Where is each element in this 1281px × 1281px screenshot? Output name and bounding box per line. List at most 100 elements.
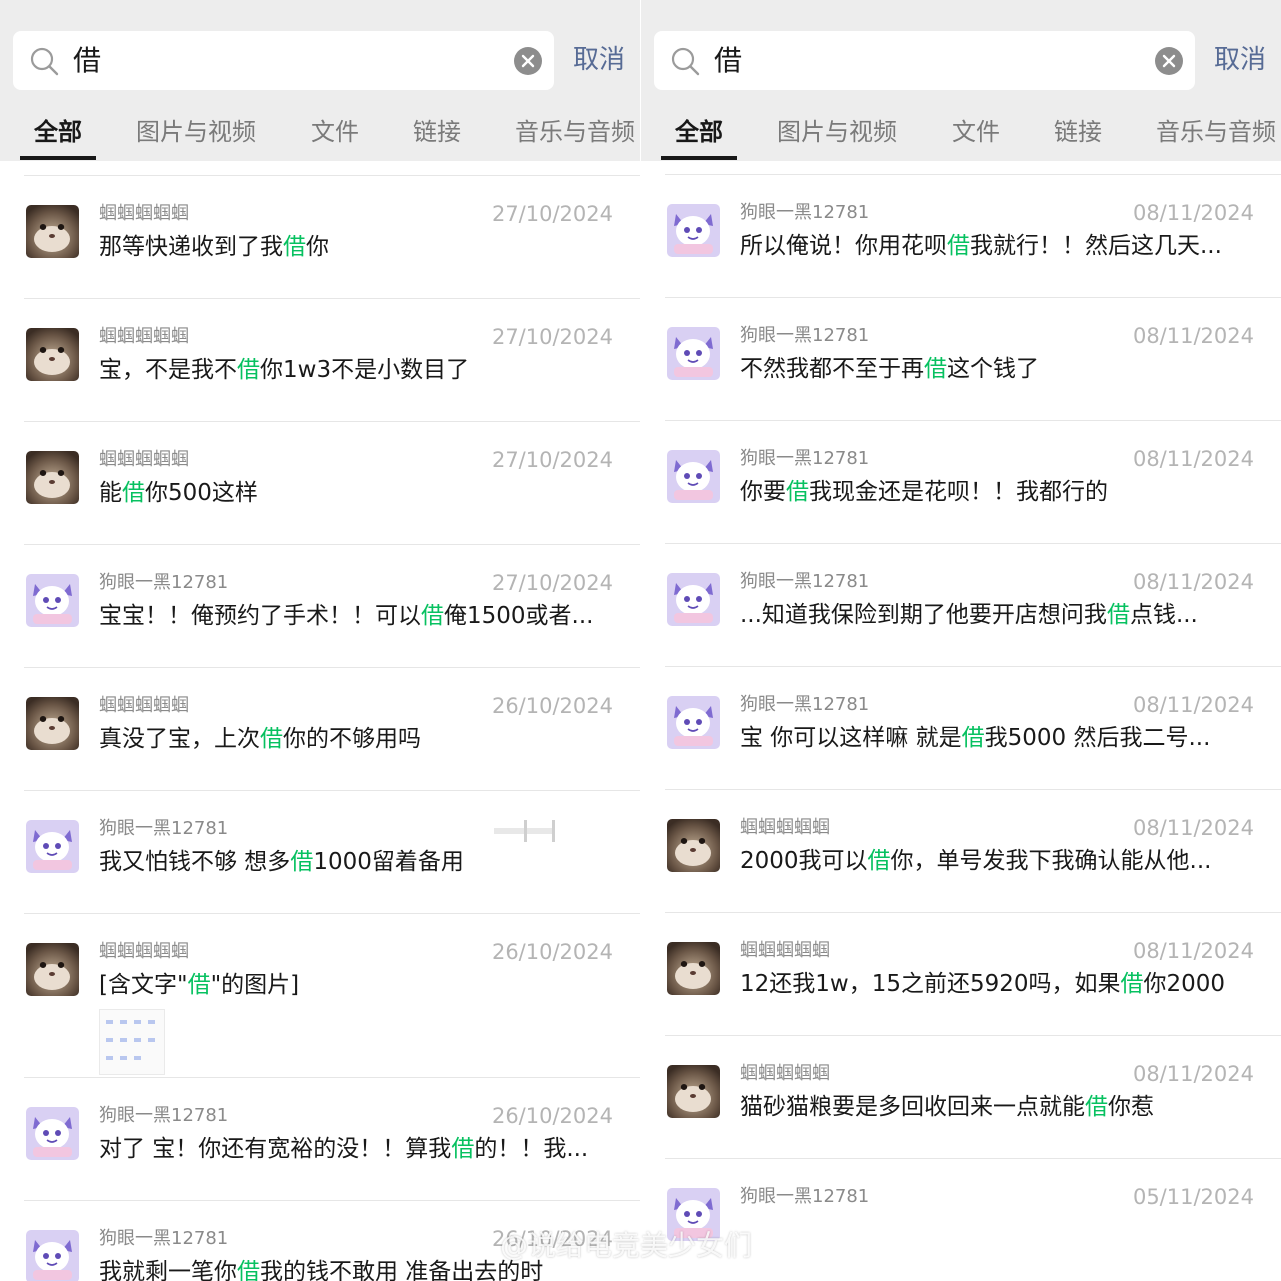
message-date: 27/10/2024 [491, 571, 613, 595]
message-snippet: ...知道我保险到期了他要开店想问我借点钱... [740, 599, 1252, 631]
tab-images-videos[interactable]: 图片与视频 [136, 116, 256, 148]
cancel-button[interactable]: 取消 [573, 42, 625, 78]
weibo-watermark: @说给电竞美少女们 [500, 1229, 753, 1262]
message-date: 08/11/2024 [1132, 939, 1254, 963]
search-input[interactable]: 借 [714, 43, 742, 79]
message-date: 26/10/2024 [491, 1104, 613, 1128]
hamster-avatar[interactable] [26, 451, 79, 504]
hamster-avatar[interactable] [26, 328, 79, 381]
search-results-list[interactable]: 蝈蝈蝈蝈蝈 27/10/2024 那等快递收到了我借你 蝈蝈蝈蝈蝈 27/10/2024… [0, 161, 640, 1281]
snippet-text: "的图片] [210, 972, 300, 998]
anime-cat-avatar[interactable] [667, 327, 720, 380]
snippet-text: 我就剩一笔你 [99, 1259, 237, 1281]
sender-name: 蝈蝈蝈蝈蝈 [99, 326, 189, 347]
result-row[interactable]: 蝈蝈蝈蝈蝈 26/10/2024 [含文字"借"的图片] [0, 899, 640, 1075]
keyword-highlight: 借 [237, 1259, 260, 1281]
keyword-highlight: 借 [122, 480, 145, 506]
snippet-text: 不然我都不至于再 [740, 356, 924, 382]
row-divider [665, 1158, 1281, 1159]
keyword-highlight: 借 [786, 479, 809, 505]
tab-all[interactable]: 全部 [34, 116, 82, 148]
snippet-text: 12还我1w，15之前还5920吗，如果 [740, 971, 1121, 997]
row-divider [24, 790, 640, 791]
anime-cat-avatar[interactable] [26, 1230, 79, 1281]
sender-name: 狗眼一黑12781 [740, 202, 870, 223]
result-row[interactable]: 蝈蝈蝈蝈蝈 08/11/2024 12还我1w，15之前还5920吗，如果借你200… [641, 898, 1281, 1021]
tab-music-audio[interactable]: 音乐与音频 [1156, 116, 1276, 148]
message-date: 08/11/2024 [1132, 693, 1254, 717]
snippet-text: 猫砂猫粮要是多回收回来一点就能 [740, 1094, 1085, 1120]
snippet-text: ...知道我保险到期了他要开店想问我 [740, 602, 1107, 628]
clear-icon[interactable] [1155, 47, 1183, 75]
snippet-text: 的！！我... [474, 1136, 589, 1162]
search-icon [29, 46, 59, 76]
snippet-text: 那等快递收到了我 [99, 234, 283, 260]
row-divider [24, 913, 640, 914]
row-divider [665, 666, 1281, 667]
tab-music-audio[interactable]: 音乐与音频 [515, 116, 635, 148]
result-row[interactable]: 蝈蝈蝈蝈蝈 27/10/2024 宝，不是我不借你1w3不是小数目了 [0, 284, 640, 407]
snippet-text: 1000留着备用 [313, 849, 464, 875]
keyword-highlight: 借 [1106, 602, 1130, 628]
anime-cat-avatar[interactable] [667, 696, 720, 749]
tab-files[interactable]: 文件 [952, 116, 1000, 148]
search-results-list[interactable]: 如果我借你5000，12号就是要给我18920狗眼一黑1278108/11/20… [641, 161, 1281, 1281]
result-row[interactable]: 蝈蝈蝈蝈蝈 27/10/2024 能借你500这样 [0, 407, 640, 530]
hamster-avatar[interactable] [26, 205, 79, 258]
result-row[interactable]: 狗眼一黑12781 08/11/2024 ...知道我保险到期了他要开店想问我借点钱… [641, 529, 1281, 652]
search-box[interactable]: 借 [654, 31, 1195, 90]
cancel-button[interactable]: 取消 [1214, 42, 1266, 78]
clear-icon[interactable] [514, 47, 542, 75]
result-row[interactable]: 蝈蝈蝈蝈蝈 08/11/2024 猫砂猫粮要是多回收回来一点就能借你惹 [641, 1021, 1281, 1144]
result-row[interactable]: 蝈蝈蝈蝈蝈 08/11/2024 2000我可以借你，单号发我下我确认能从他... [641, 775, 1281, 898]
message-date: 08/11/2024 [1132, 1062, 1254, 1086]
result-row[interactable]: 狗眼一黑12781 08/11/2024 不然我都不至于再借这个钱了 [641, 283, 1281, 406]
result-row[interactable]: 狗眼一黑12781 27/10/2024 宝宝！！俺预约了手术！！可以借俺1500或… [0, 530, 640, 653]
anime-cat-avatar[interactable] [667, 450, 720, 503]
keyword-highlight: 借 [237, 357, 260, 383]
row-divider [665, 1035, 1281, 1036]
snippet-text: 点钱... [1129, 602, 1198, 628]
hamster-avatar[interactable] [26, 697, 79, 750]
anime-cat-avatar[interactable] [26, 574, 79, 627]
search-box[interactable]: 借 [13, 31, 554, 90]
hamster-avatar[interactable] [26, 943, 79, 996]
result-row[interactable]: 蝈蝈蝈蝈蝈 26/10/2024 真没了宝，上次借你的不够用吗 [0, 653, 640, 776]
result-row[interactable]: 狗眼一黑12781 08/11/2024 所以俺说！你用花呗借我就行！！然后这几天.… [641, 161, 1281, 283]
tab-links[interactable]: 链接 [413, 116, 461, 148]
result-row[interactable]: 狗眼一黑12781 08/11/2024 宝 你可以这样嘛 就是借我5000 然后我… [641, 652, 1281, 775]
snippet-text: 你要 [740, 479, 786, 505]
result-row[interactable]: 蝈蝈蝈蝈蝈 27/10/2024 那等快递收到了我借你 [0, 161, 640, 284]
message-date: 05/11/2024 [1132, 1185, 1254, 1209]
snippet-text: 宝宝！！俺预约了手术！！可以 [99, 603, 421, 629]
message-snippet: 所以俺说！你用花呗借我就行！！然后这几天... [740, 230, 1252, 262]
hamster-avatar[interactable] [667, 1065, 720, 1118]
row-divider [665, 297, 1281, 298]
hamster-avatar[interactable] [667, 942, 720, 995]
anime-cat-avatar[interactable] [26, 1107, 79, 1160]
snippet-text: 宝 你可以这样嘛 就是 [740, 725, 962, 751]
message-date: 08/11/2024 [1132, 570, 1254, 594]
snippet-text: 我5000 然后我二号... [984, 725, 1211, 751]
anime-cat-avatar[interactable] [667, 573, 720, 626]
snippet-text: 对了 宝！你还有宽裕的没！！算我 [99, 1136, 452, 1162]
tab-images-videos[interactable]: 图片与视频 [777, 116, 897, 148]
search-input[interactable]: 借 [73, 43, 101, 79]
result-row[interactable]: 狗眼一黑12781 08/11/2024 你要借我现金还是花呗！！我都行的 [641, 406, 1281, 529]
sender-name: 狗眼一黑12781 [740, 448, 870, 469]
anime-cat-avatar[interactable] [26, 820, 79, 873]
message-snippet: 不然我都不至于再借这个钱了 [740, 353, 1252, 385]
tab-files[interactable]: 文件 [311, 116, 359, 148]
sender-name: 狗眼一黑12781 [740, 1186, 870, 1207]
tab-links[interactable]: 链接 [1054, 116, 1102, 148]
sender-name: 狗眼一黑12781 [740, 571, 870, 592]
active-tab-indicator [20, 156, 96, 160]
search-header: 借 取消 全部 图片与视频 文件 链接 音乐与音频 [641, 0, 1281, 161]
snippet-text: 真没了宝，上次 [99, 726, 260, 752]
result-row[interactable]: 狗眼一黑12781 26/10/2024 对了 宝！你还有宽裕的没！！算我借的！！我… [0, 1063, 640, 1186]
sender-name: 蝈蝈蝈蝈蝈 [99, 695, 189, 716]
keyword-highlight: 借 [187, 972, 211, 998]
hamster-avatar[interactable] [667, 819, 720, 872]
tab-all[interactable]: 全部 [675, 116, 723, 148]
anime-cat-avatar[interactable] [667, 204, 720, 257]
